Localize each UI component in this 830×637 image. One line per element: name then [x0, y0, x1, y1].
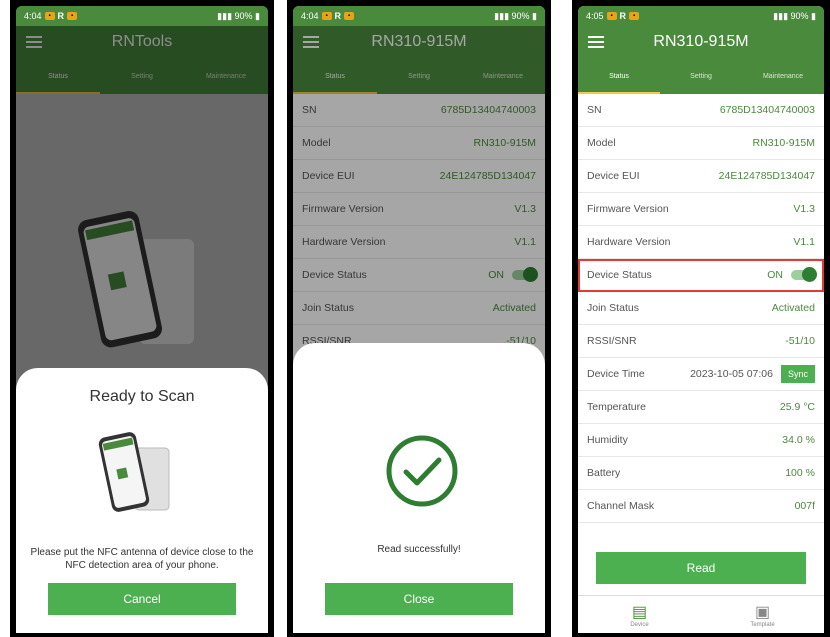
row-value: V1.3 — [793, 203, 815, 215]
read-button[interactable]: Read — [596, 552, 806, 584]
info-row-hardware: Hardware Version V1.1 — [578, 226, 824, 259]
status-bar: 4:04 ▪ R ▪ ▮▮▮ 90% ▮ — [16, 6, 268, 26]
row-label: Model — [587, 137, 616, 149]
app-bar: RN310-915M — [578, 26, 824, 58]
phone-screen-status: 4:05 ▪ R ▪ ▮▮▮ 90% ▮ RN310-915M Status Sett… — [572, 0, 830, 637]
sheet-title: Ready to Scan — [89, 388, 195, 405]
bottom-nav: ▤ Device ▣ Template — [578, 595, 824, 633]
notification-icon: ▪ — [606, 12, 617, 20]
phone-screen-read-success: 4:04 ▪ R ▪ ▮▮▮ 90% ▮ RN310-915M Status Sett… — [287, 0, 551, 637]
row-label: Hardware Version — [587, 236, 671, 248]
row-value: ON — [767, 269, 783, 281]
battery-level: 90% — [234, 10, 253, 21]
info-row-device-status-highlighted: Device Status ON — [578, 259, 824, 292]
tab-maintenance[interactable]: Maintenance — [742, 58, 824, 94]
info-row-rssi: RSSI/SNR -51/10 — [578, 325, 824, 358]
scan-instructions: Please put the NFC antenna of device clo… — [30, 547, 254, 571]
notification-icon: ▪ — [44, 12, 55, 20]
row-label: Firmware Version — [587, 203, 669, 215]
check-circle-icon — [386, 435, 458, 507]
nav-template-label: Template — [750, 621, 775, 628]
device-status-toggle[interactable] — [791, 267, 817, 283]
r-icon: R — [57, 11, 65, 21]
device-icon: ▤ — [631, 603, 648, 621]
notification-icon: ▪ — [344, 12, 355, 20]
battery-icon: ▮ — [808, 10, 816, 21]
template-icon: ▣ — [754, 603, 771, 621]
info-row-join-status: Join Status Activated — [578, 292, 824, 325]
row-value: 25.9 °C — [779, 401, 815, 413]
tab-status[interactable]: Status — [578, 58, 660, 94]
result-sheet: Read successfully! Close — [293, 343, 545, 633]
screen: 4:05 ▪ R ▪ ▮▮▮ 90% ▮ RN310-915M Status Sett… — [578, 6, 824, 633]
row-label: SN — [587, 104, 602, 116]
info-row-firmware: Firmware Version V1.3 — [578, 193, 824, 226]
row-label: Battery — [587, 467, 621, 479]
signal-icon: ▮▮▮ — [494, 10, 512, 21]
row-label: Temperature — [587, 401, 646, 413]
r-icon: R — [334, 11, 342, 21]
status-bar: 4:05 ▪ R ▪ ▮▮▮ 90% ▮ — [578, 6, 824, 26]
screen: 4:04 ▪ R ▪ ▮▮▮ 90% ▮ RNTools Status Setting… — [16, 6, 268, 633]
row-label: Device Status — [587, 269, 652, 281]
row-value: V1.1 — [793, 236, 815, 248]
row-value: 6785D13404740003 — [719, 104, 815, 116]
status-time: 4:05 — [586, 11, 604, 21]
tab-setting[interactable]: Setting — [660, 58, 742, 94]
signal-icon: ▮▮▮ — [773, 10, 791, 21]
row-label: Humidity — [587, 434, 628, 446]
battery-icon: ▮ — [252, 10, 260, 21]
row-value: 100 % — [785, 467, 815, 479]
cancel-button[interactable]: Cancel — [48, 583, 236, 615]
close-button[interactable]: Close — [325, 583, 513, 615]
notification-icon: ▪ — [629, 12, 640, 20]
row-value: 007f — [794, 500, 815, 512]
row-label: Channel Mask — [587, 500, 655, 512]
row-label: Device Time — [587, 368, 645, 380]
info-row-sn: SN 6785D13404740003 — [578, 94, 824, 127]
notification-icon: ▪ — [67, 12, 78, 20]
nav-device-label: Device — [630, 621, 649, 628]
info-row-channel-mask: Channel Mask 007f — [578, 490, 824, 523]
info-row-humidity: Humidity 34.0 % — [578, 424, 824, 457]
info-row-device-eui: Device EUI 24E124785D134047 — [578, 160, 824, 193]
battery-level: 90% — [511, 10, 530, 21]
status-time: 4:04 — [301, 11, 319, 21]
nfc-phone-icon — [98, 432, 170, 512]
read-success-message: Read successfully! — [377, 544, 461, 555]
notification-icon: ▪ — [321, 12, 332, 20]
row-label: Join Status — [587, 302, 639, 314]
tab-bar: Status Setting Maintenance — [578, 58, 824, 94]
nav-template[interactable]: ▣ Template — [701, 596, 824, 633]
row-value: 2023-10-05 07:06 — [690, 368, 773, 380]
battery-icon: ▮ — [529, 10, 537, 21]
info-row-battery: Battery 100 % — [578, 457, 824, 490]
scan-sheet: Ready to Scan Please put the NFC antenna… — [16, 368, 268, 633]
device-info-list: SN 6785D13404740003 Model RN310-915M Devic… — [578, 94, 824, 523]
row-value: 24E124785D134047 — [718, 170, 815, 182]
status-time: 4:04 — [24, 11, 42, 21]
info-row-temperature: Temperature 25.9 °C — [578, 391, 824, 424]
row-value: RN310-915M — [752, 137, 815, 149]
screen: 4:04 ▪ R ▪ ▮▮▮ 90% ▮ RN310-915M Status Sett… — [293, 6, 545, 633]
row-label: RSSI/SNR — [587, 335, 637, 347]
row-value: 34.0 % — [782, 434, 815, 446]
nav-device[interactable]: ▤ Device — [578, 596, 701, 633]
battery-level: 90% — [790, 10, 809, 21]
phone-screen-scan: 4:04 ▪ R ▪ ▮▮▮ 90% ▮ RNTools Status Setting… — [10, 0, 274, 637]
info-row-device-time: Device Time 2023-10-05 07:06 Sync — [578, 358, 824, 391]
info-row-model: Model RN310-915M — [578, 127, 824, 160]
row-value: Activated — [771, 302, 815, 314]
sync-button[interactable]: Sync — [780, 365, 815, 383]
signal-icon: ▮▮▮ — [217, 10, 235, 21]
read-panel: Read — [578, 534, 824, 604]
app-title: RN310-915M — [653, 33, 749, 50]
status-bar: 4:04 ▪ R ▪ ▮▮▮ 90% ▮ — [293, 6, 545, 26]
r-icon: R — [619, 11, 627, 21]
row-label: Device EUI — [587, 170, 640, 182]
row-value: -51/10 — [785, 335, 815, 347]
